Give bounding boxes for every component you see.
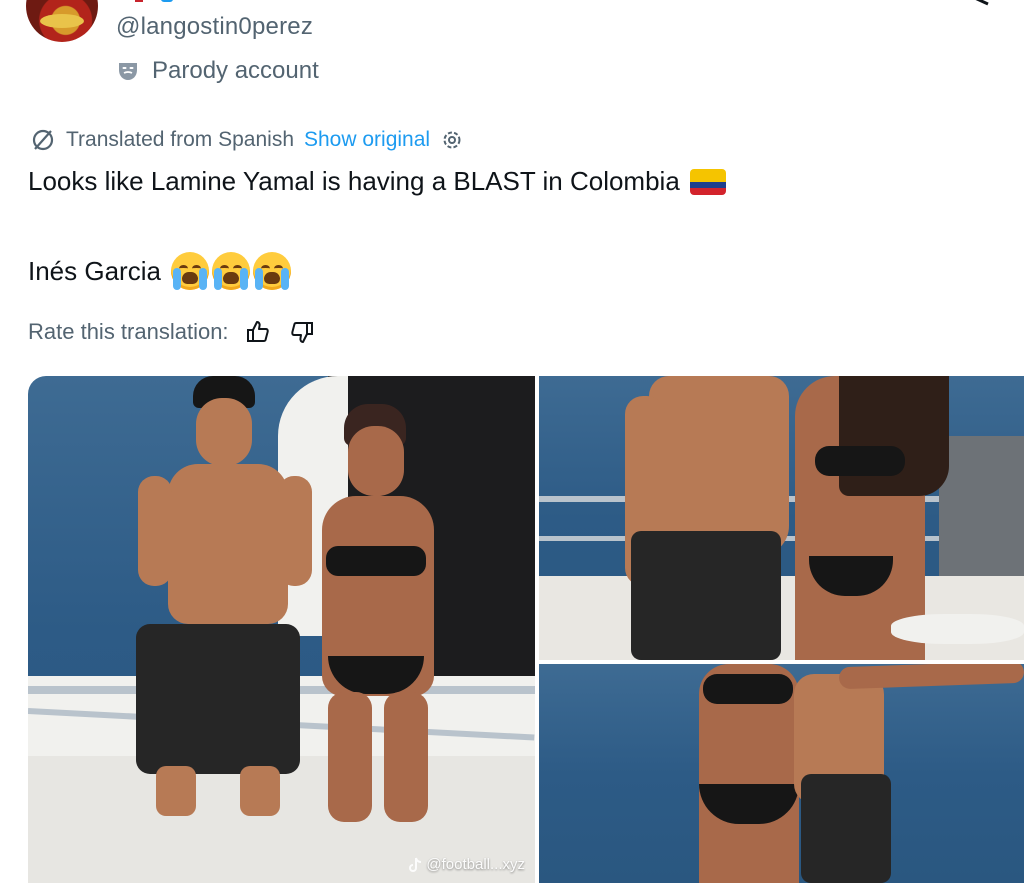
thumbs-up-button[interactable]: [243, 317, 273, 347]
mentioned-name: Inés Garcia: [28, 255, 161, 286]
thumbs-up-icon: [246, 321, 269, 342]
gear-icon[interactable]: [440, 128, 464, 152]
tweet-text-line-1: Looks like Lamine Yamal is having a BLAS…: [28, 166, 726, 197]
parody-label-row: Parody account: [116, 56, 319, 86]
display-name-emoji-icons: [135, 0, 173, 2]
translate-icon: [32, 129, 54, 151]
parody-account-label: Parody account: [152, 57, 319, 84]
photo-3[interactable]: [539, 664, 1024, 883]
tweet-text-line-2: Inés Garcia: [28, 252, 291, 290]
grok-icon[interactable]: [962, 0, 992, 6]
watermark-text: @football...xyz: [426, 856, 525, 873]
loudly-crying-face-icon: [170, 252, 209, 290]
user-handle[interactable]: @langostin0perez: [116, 13, 313, 41]
thumbs-down-button[interactable]: [287, 317, 317, 347]
rate-translation-row: Rate this translation:: [28, 316, 317, 348]
tiktok-icon: [409, 857, 422, 872]
thumbs-down-icon: [290, 322, 313, 343]
avatar[interactable]: [26, 0, 98, 42]
photo-2[interactable]: [539, 376, 1024, 660]
video-watermark: @football...xyz: [408, 856, 525, 873]
media-grid: @football...xyz: [28, 376, 1024, 883]
theater-mask-icon: [119, 63, 137, 80]
translated-from-label: Translated from Spanish: [66, 128, 294, 151]
rate-translation-label: Rate this translation:: [28, 319, 229, 344]
translation-notice: Translated from Spanish Show original: [30, 126, 464, 154]
emoji-group: [170, 252, 291, 290]
photo-1[interactable]: @football...xyz: [28, 376, 535, 883]
tweet-text: Looks like Lamine Yamal is having a BLAS…: [28, 166, 680, 196]
colombia-flag-icon: [689, 168, 726, 195]
loudly-crying-face-icon: [211, 252, 250, 290]
loudly-crying-face-icon: [252, 252, 291, 290]
show-original-link[interactable]: Show original: [304, 128, 430, 152]
